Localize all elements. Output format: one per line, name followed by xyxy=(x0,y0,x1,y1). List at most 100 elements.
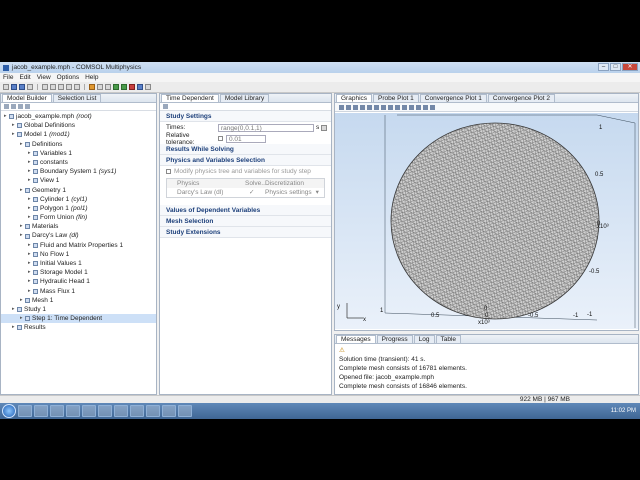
tolerance-checkbox[interactable] xyxy=(218,136,223,141)
chevron-down-icon[interactable]: ▾ xyxy=(316,188,319,197)
chat-icon[interactable] xyxy=(162,405,176,417)
start-button[interactable] xyxy=(2,404,16,418)
section-study-settings[interactable]: Study Settings xyxy=(160,111,331,122)
compute-icon[interactable] xyxy=(113,84,119,90)
tree-node[interactable]: ▸ Materials xyxy=(1,222,156,231)
tab-progress[interactable]: Progress xyxy=(376,335,413,343)
tab-graphics[interactable]: Graphics xyxy=(336,94,373,102)
results-icon[interactable] xyxy=(129,84,135,90)
cell-solve[interactable]: ✓ xyxy=(245,188,265,197)
tolerance-input[interactable]: 0.01 xyxy=(226,134,266,143)
study-icon[interactable] xyxy=(121,84,127,90)
outlook-icon[interactable] xyxy=(82,405,96,417)
new-icon[interactable] xyxy=(3,84,9,90)
zoom-in-icon[interactable] xyxy=(339,104,344,110)
mesh-icon[interactable] xyxy=(97,84,103,90)
help-icon[interactable] xyxy=(145,84,151,90)
minimize-button[interactable]: – xyxy=(598,63,609,71)
word-icon[interactable] xyxy=(98,405,112,417)
delete-icon[interactable] xyxy=(74,84,80,90)
tree-node[interactable]: ▸ constants xyxy=(1,158,156,167)
menu-help[interactable]: Help xyxy=(85,74,98,81)
tab-messages[interactable]: Messages xyxy=(336,335,376,343)
app-icon[interactable] xyxy=(178,405,192,417)
tray-clock[interactable]: 11:02 PM xyxy=(611,405,636,417)
tree-node[interactable]: ▸ Step 1: Time Dependent xyxy=(1,314,156,324)
tree-node[interactable]: ▸ Form Union (fin) xyxy=(1,213,156,222)
expand-icon[interactable] xyxy=(18,104,23,109)
tab-model-builder[interactable]: Model Builder xyxy=(2,94,52,102)
explorer-icon[interactable] xyxy=(18,405,32,417)
tree-node[interactable]: ▸ Global Definitions xyxy=(1,121,156,130)
pan-icon[interactable] xyxy=(381,104,386,110)
tree-node[interactable]: ▸ Geometry 1 xyxy=(1,186,156,195)
image-snapshot-icon[interactable] xyxy=(409,104,414,110)
paste-icon[interactable] xyxy=(66,84,72,90)
menu-edit[interactable]: Edit xyxy=(19,74,30,81)
folder-icon[interactable] xyxy=(146,405,160,417)
menu-options[interactable]: Options xyxy=(57,74,79,81)
geometry-icon[interactable] xyxy=(89,84,95,90)
section-study-extensions[interactable]: Study Extensions xyxy=(160,227,331,238)
tree-node[interactable]: ▸ Model 1 (mod1) xyxy=(1,130,156,139)
menu-view[interactable]: View xyxy=(37,74,51,81)
tree-node[interactable]: ▸ Cylinder 1 (cyl1) xyxy=(1,195,156,204)
compute-small-icon[interactable] xyxy=(163,104,168,109)
zoom-extents-icon[interactable] xyxy=(360,104,365,110)
mesh-plot[interactable]: 10.50-0.5-1x10³0.5 0 -0.5 -10x10³1xy xyxy=(335,113,638,329)
tree-node[interactable]: ▸ No Flow 1 xyxy=(1,250,156,259)
sort-icon[interactable] xyxy=(25,104,30,109)
tab-table[interactable]: Table xyxy=(435,335,462,343)
section-physics-selection[interactable]: Physics and Variables Selection xyxy=(160,155,331,166)
tree-node[interactable]: ▸ Mesh 1 xyxy=(1,296,156,305)
media-player-icon[interactable] xyxy=(34,405,48,417)
tab-convergence-plot-1[interactable]: Convergence Plot 1 xyxy=(419,94,487,102)
tab-convergence-plot-2[interactable]: Convergence Plot 2 xyxy=(487,94,555,102)
cell-discretization[interactable]: Physics settings xyxy=(265,188,312,197)
select-icon[interactable] xyxy=(367,104,372,110)
firefox-icon[interactable] xyxy=(50,405,64,417)
tree-node[interactable]: ▸ Study 1 xyxy=(1,305,156,314)
tree-node[interactable]: ▸ Storage Model 1 xyxy=(1,268,156,277)
section-results-while-solving[interactable]: Results While Solving xyxy=(160,144,331,155)
powerpoint-icon[interactable] xyxy=(114,405,128,417)
menu-file[interactable]: File xyxy=(3,74,13,81)
physics-table-row[interactable]: Darcy's Law (dl) ✓ Physics settings ▾ xyxy=(167,188,324,197)
tree-node[interactable]: ▸ Fluid and Matrix Properties 1 xyxy=(1,241,156,250)
section-mesh-selection[interactable]: Mesh Selection xyxy=(160,216,331,227)
tab-time-dependent[interactable]: Time Dependent xyxy=(161,94,219,102)
close-button[interactable]: ✕ xyxy=(622,63,638,71)
tree-node[interactable]: ▸ Results xyxy=(1,323,156,332)
plot-icon[interactable] xyxy=(137,84,143,90)
chrome-icon[interactable] xyxy=(66,405,80,417)
maximize-button[interactable]: □ xyxy=(610,63,621,71)
dropdown-icon[interactable] xyxy=(105,84,111,90)
rotate-icon[interactable] xyxy=(374,104,379,110)
copy-icon[interactable] xyxy=(58,84,64,90)
show-icon[interactable] xyxy=(4,104,9,109)
tree-node[interactable]: ▸ Hydraulic Head 1 xyxy=(1,277,156,286)
tab-log[interactable]: Log xyxy=(413,335,435,343)
redo-icon[interactable] xyxy=(50,84,56,90)
tree-node[interactable]: ▸ Boundary System 1 (sys1) xyxy=(1,167,156,176)
times-input[interactable]: range(0,0.1,1) xyxy=(218,123,314,132)
transparency-icon[interactable] xyxy=(395,104,400,110)
range-icon[interactable] xyxy=(321,124,328,131)
print-icon[interactable] xyxy=(27,84,33,90)
tree-node[interactable]: ▸ jacob_example.mph (root) xyxy=(1,112,156,121)
collapse-icon[interactable] xyxy=(11,104,16,109)
section-dependent-variables[interactable]: Values of Dependent Variables xyxy=(160,205,331,216)
undo-icon[interactable] xyxy=(42,84,48,90)
tree-node[interactable]: ▸ Darcy's Law (dl) xyxy=(1,231,156,240)
lighting-icon[interactable] xyxy=(402,104,407,110)
tree-node[interactable]: ▸ Definitions xyxy=(1,140,156,149)
print-graphics-icon[interactable] xyxy=(416,104,421,110)
tree-node[interactable]: ▸ Polygon 1 (pol1) xyxy=(1,204,156,213)
save-icon[interactable] xyxy=(19,84,25,90)
comsol-task-icon[interactable] xyxy=(130,405,144,417)
reset-view-icon[interactable] xyxy=(430,104,435,110)
tree-node[interactable]: ▸ Mass Flux 1 xyxy=(1,287,156,296)
zoom-box-icon[interactable] xyxy=(353,104,358,110)
tree-node[interactable]: ▸ View 1 xyxy=(1,176,156,185)
open-icon[interactable] xyxy=(11,84,17,90)
